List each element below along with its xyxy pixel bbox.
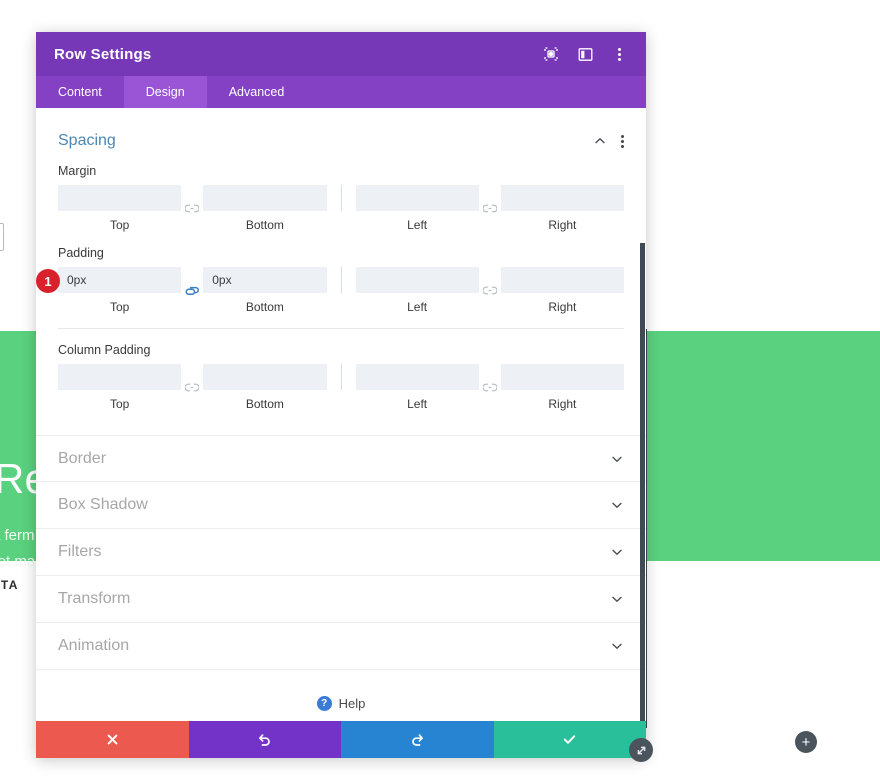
screen: Rem a ferm s et ma T STA + Row Settings <box>0 0 880 780</box>
margin-divider <box>340 185 342 211</box>
more-options-icon[interactable] <box>610 45 628 63</box>
column-padding-label: Column Padding <box>58 343 151 357</box>
accordion-transform[interactable]: Transform <box>36 576 646 623</box>
layout-panel-icon[interactable] <box>576 45 594 63</box>
resize-handle[interactable] <box>629 738 653 762</box>
padding-link-horizontal-unlinked-icon[interactable] <box>479 285 501 296</box>
column-padding-top-label: Top <box>109 397 130 411</box>
accordion-animation-label: Animation <box>58 637 130 654</box>
save-button[interactable] <box>493 721 646 758</box>
column-padding-bottom-input[interactable] <box>203 364 327 390</box>
page-subtext-line-1: a ferm <box>0 527 35 544</box>
column-padding-bottom-label: Bottom <box>245 397 284 411</box>
spacing-section-header[interactable]: Spacing <box>58 108 624 164</box>
accordion-border-label: Border <box>58 449 107 467</box>
page-cta-button[interactable]: T STA <box>0 578 19 592</box>
padding-top-label: Top <box>109 300 130 314</box>
modal-body: Spacing Margin Top Bottom Left Right Pad… <box>36 108 646 721</box>
column-padding-right-label: Right <box>548 397 577 411</box>
column-padding-left-input[interactable] <box>355 364 479 390</box>
column-padding-link-vertical-unlinked-icon[interactable] <box>181 382 203 393</box>
tab-content[interactable]: Content <box>36 76 124 108</box>
tab-design[interactable]: Design <box>123 76 207 108</box>
accordion-filters-label: Filters <box>58 543 102 560</box>
spacing-section-title: Spacing <box>58 132 116 149</box>
margin-field-group: Margin Top Bottom Left Right <box>58 164 624 232</box>
chevron-up-icon[interactable] <box>593 134 607 148</box>
tab-advanced[interactable]: Advanced <box>207 76 307 108</box>
spacing-more-options-icon[interactable] <box>621 134 624 148</box>
modal-tabs: Content Design Advanced <box>36 76 646 108</box>
padding-left-label: Left <box>407 300 428 314</box>
chevron-down-icon <box>610 639 624 653</box>
spacing-divider <box>58 328 624 329</box>
accordion-box-shadow[interactable]: Box Shadow <box>36 482 646 529</box>
padding-right-input[interactable] <box>500 267 624 293</box>
padding-link-vertical-linked-icon[interactable] <box>181 285 203 297</box>
chevron-down-icon <box>610 498 624 512</box>
column-padding-link-horizontal-unlinked-icon[interactable] <box>479 382 501 393</box>
focus-target-icon[interactable] <box>542 45 560 63</box>
padding-left-input[interactable] <box>355 267 479 293</box>
help-label: Help <box>338 696 366 711</box>
accordion-box-shadow-label: Box Shadow <box>58 496 148 513</box>
help-link[interactable]: ? Help <box>36 670 646 711</box>
question-mark-icon: ? <box>316 696 332 711</box>
column-padding-right-input[interactable] <box>500 364 624 390</box>
spacing-section: Spacing Margin Top Bottom Left Right Pad… <box>36 108 646 435</box>
modal-footer <box>36 721 646 758</box>
column-padding-left-label: Left <box>407 397 428 411</box>
modal-scrollbar[interactable] <box>640 243 645 721</box>
padding-top-input[interactable] <box>58 267 182 293</box>
margin-left-input[interactable] <box>355 185 479 211</box>
margin-right-input[interactable] <box>500 185 624 211</box>
chevron-down-icon <box>610 545 624 559</box>
page-left-edge-control[interactable] <box>0 223 4 251</box>
add-module-button[interactable]: + <box>795 731 817 753</box>
padding-bottom-input[interactable] <box>203 267 327 293</box>
modal-header: Row Settings <box>36 32 646 76</box>
chevron-down-icon <box>610 592 624 606</box>
margin-top-input[interactable] <box>58 185 182 211</box>
undo-button[interactable] <box>188 721 341 758</box>
row-settings-modal: Row Settings Content Design Advanced Spa… <box>36 32 646 758</box>
step-badge-1: 1 <box>36 269 60 293</box>
padding-bottom-label: Bottom <box>245 300 284 314</box>
redo-button[interactable] <box>341 721 494 758</box>
margin-label: Margin <box>58 164 97 178</box>
padding-divider <box>340 267 342 293</box>
accordion-border[interactable]: Border <box>36 435 646 482</box>
cancel-button[interactable] <box>36 721 189 758</box>
modal-title: Row Settings <box>54 45 152 63</box>
margin-right-label: Right <box>548 218 577 232</box>
column-padding-top-input[interactable] <box>58 364 182 390</box>
margin-link-vertical-unlinked-icon[interactable] <box>181 203 203 214</box>
padding-field-group: Padding 1 Top <box>36 246 624 314</box>
margin-left-label: Left <box>407 218 428 232</box>
page-subtext-line-2: s et ma <box>0 553 36 570</box>
close-icon <box>106 733 119 746</box>
padding-label: Padding <box>58 246 104 260</box>
check-icon <box>562 732 577 747</box>
undo-icon <box>257 732 272 747</box>
margin-link-horizontal-unlinked-icon[interactable] <box>479 203 501 214</box>
accordion-filters[interactable]: Filters <box>36 529 646 576</box>
margin-top-label: Top <box>109 218 130 232</box>
modal-header-actions <box>542 45 628 63</box>
accordion-animation[interactable]: Animation <box>36 623 646 670</box>
margin-bottom-input[interactable] <box>203 185 327 211</box>
column-padding-divider <box>340 364 342 390</box>
accordion-transform-label: Transform <box>58 590 131 607</box>
column-padding-field-group: Column Padding Top Bottom Left Right <box>58 343 624 411</box>
padding-right-label: Right <box>548 300 577 314</box>
margin-bottom-label: Bottom <box>245 218 284 232</box>
redo-icon <box>410 732 425 747</box>
chevron-down-icon <box>610 452 624 466</box>
